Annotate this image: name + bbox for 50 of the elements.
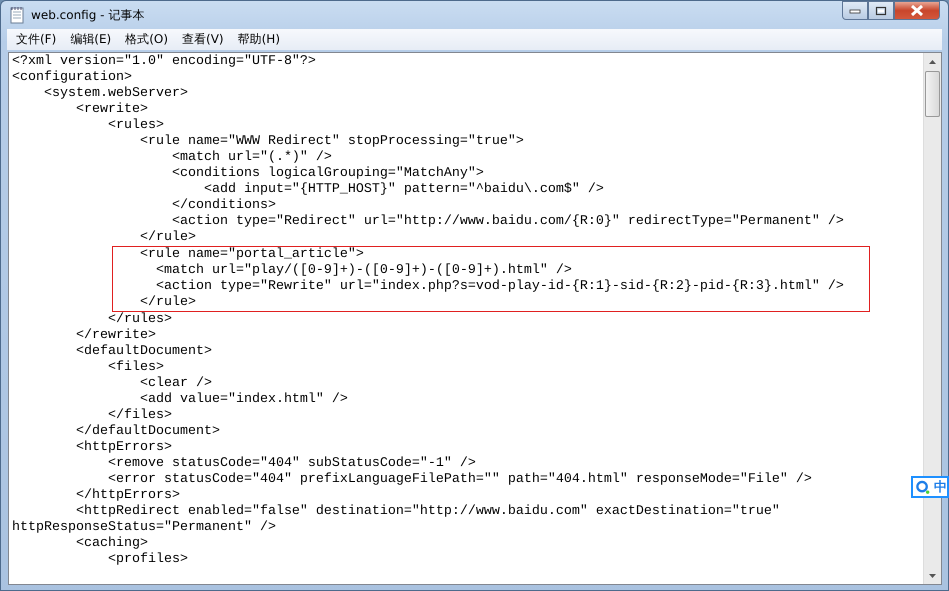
code-line: <clear /> bbox=[138, 376, 213, 392]
code-line: <match url="play/([0-9]+)-([0-9]+)-([0-9]+).html" /> bbox=[154, 263, 573, 279]
scrollbar-thumb[interactable] bbox=[925, 71, 940, 117]
code-line: <profiles> bbox=[106, 552, 189, 568]
code-line: <caching> bbox=[74, 536, 149, 552]
code-line: <match url="(.*)" /> bbox=[170, 150, 333, 166]
window-title: web.config - 记事本 bbox=[31, 6, 144, 24]
close-button[interactable] bbox=[894, 1, 940, 20]
code-line: <action type="Redirect" url="http://www.baidu.com/{R:0}" redirectType="Permanent" /> bbox=[170, 214, 845, 230]
minimize-button[interactable] bbox=[842, 1, 868, 20]
code-line: <action type="Rewrite" url="index.php?s=vod-play-id-{R:1}-sid-{R:2}-pid-{R:3}.html" /> bbox=[154, 279, 845, 295]
code-line: <rewrite> bbox=[74, 102, 149, 118]
menu-item[interactable]: 编辑(E) bbox=[63, 29, 118, 50]
menu-item[interactable]: 文件(F) bbox=[9, 29, 64, 50]
menu-item[interactable]: 格式(O) bbox=[118, 29, 176, 50]
code-line: </rules> bbox=[106, 312, 173, 328]
maximize-icon bbox=[875, 6, 887, 16]
code-line: <remove statusCode="404" subStatusCode="-1" /> bbox=[106, 456, 477, 472]
close-icon bbox=[910, 5, 924, 16]
notepad-icon bbox=[9, 6, 25, 24]
code-line: <httpErrors> bbox=[74, 440, 173, 456]
menu-item[interactable]: 查看(V) bbox=[175, 29, 231, 50]
code-line: <rules> bbox=[106, 118, 165, 134]
code-line: <httpRedirect enabled="false" destination="http://www.baidu.com" exactDestination="true" bbox=[74, 504, 781, 520]
code-line: </rule> bbox=[138, 295, 197, 311]
code-line: <add value="index.html" /> bbox=[138, 392, 349, 408]
scroll-down-arrow-icon[interactable] bbox=[929, 574, 936, 578]
maximize-button[interactable] bbox=[868, 1, 894, 20]
search-icon bbox=[916, 480, 930, 494]
code-line: </rule> bbox=[138, 230, 197, 246]
code-line: </conditions> bbox=[170, 198, 277, 214]
code-line: <add input="{HTTP_HOST}" pattern="^baidu\.com$" /> bbox=[202, 182, 605, 198]
code-line: <files> bbox=[106, 360, 165, 376]
code-line: <conditions logicalGrouping="MatchAny"> bbox=[170, 166, 485, 182]
code-line: <error statusCode="404" prefixLanguageFilePath="" path="404.html" responseMode="File" /> bbox=[106, 472, 813, 488]
code-line: </rewrite> bbox=[74, 328, 157, 344]
input-method-indicator[interactable]: 中 bbox=[911, 476, 949, 498]
scroll-up-arrow-icon[interactable] bbox=[929, 60, 936, 64]
code-line: httpResponseStatus="Permanent" /> bbox=[12, 520, 277, 536]
code-line: </defaultDocument> bbox=[74, 424, 221, 440]
code-line: <defaultDocument> bbox=[74, 344, 213, 360]
code-line: </files> bbox=[106, 408, 173, 424]
code-line: <rule name="portal_article"> bbox=[138, 247, 365, 263]
code-line: <system.webServer> bbox=[42, 86, 189, 102]
code-line: <?xml version="1.0" encoding="UTF-8"?> bbox=[12, 54, 317, 70]
code-line: <rule name="WWW Redirect" stopProcessing="true"> bbox=[138, 134, 525, 150]
code-line: <configuration> bbox=[12, 70, 133, 86]
minimize-icon bbox=[849, 8, 861, 14]
menu-item[interactable]: 帮助(H) bbox=[230, 29, 287, 50]
code-line: </httpErrors> bbox=[74, 488, 181, 504]
